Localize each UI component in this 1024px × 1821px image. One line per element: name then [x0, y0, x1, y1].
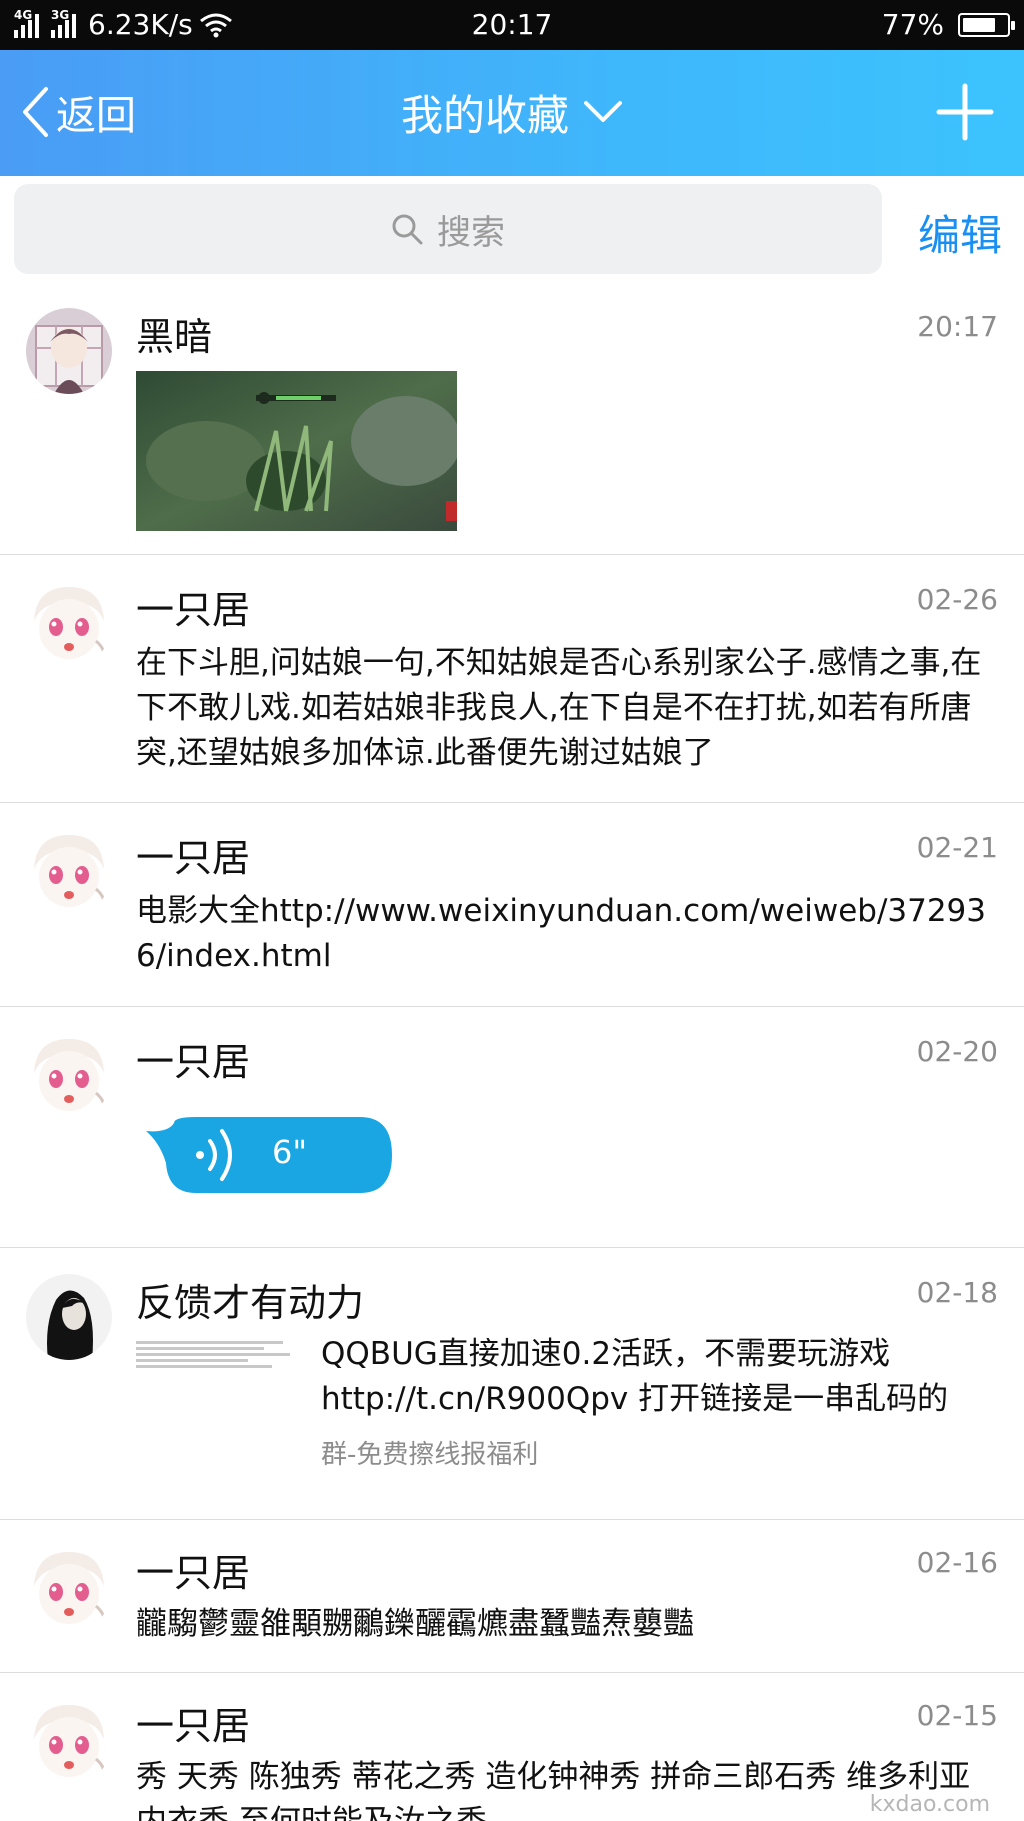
- search-icon: [392, 214, 423, 245]
- search-placeholder: 搜索: [437, 212, 505, 253]
- page-title[interactable]: 我的收藏: [401, 82, 569, 143]
- nav-header: 返回 我的收藏: [0, 50, 1024, 176]
- sender-name: 一只居: [136, 1551, 251, 1595]
- avatar: [26, 1274, 112, 1360]
- sender-name: 一只居: [136, 588, 251, 632]
- battery-level: [963, 17, 996, 32]
- chevron-left-icon: [23, 87, 48, 137]
- search-row: 搜索 编辑: [0, 176, 1024, 283]
- battery-percent: 77%: [881, 8, 944, 41]
- item-source: 群-免费擦线报福利: [321, 1440, 539, 1470]
- battery-icon: [958, 12, 1015, 37]
- sender-name: 一只居: [136, 1704, 251, 1748]
- add-icon[interactable]: [936, 83, 994, 141]
- chevron-down-icon[interactable]: [583, 99, 623, 125]
- sender-name: 反馈才有动力: [136, 1281, 365, 1325]
- edit-button[interactable]: 编辑: [918, 202, 1002, 263]
- favorite-item[interactable]: 一只居 02-21 电影大全http://www.weixinyunduan.c…: [0, 803, 1024, 1007]
- item-date: 02-15: [916, 1699, 998, 1732]
- back-label: 返回: [56, 93, 136, 139]
- item-date: 02-20: [916, 1035, 998, 1068]
- clock: 20:17: [471, 8, 553, 41]
- favorite-item[interactable]: 一只居 02-26 在下斗胆,问姑娘一句,不知姑娘是否心系别家公子.感情之事,在…: [0, 555, 1024, 803]
- item-text: 龖騶鬱靈雒顒嬲鸍鑠釃靍爊盡蠶豔焘蘡豔: [136, 1606, 694, 1642]
- status-right: 77%: [881, 8, 1015, 41]
- item-text: QQBUG直接加速0.2活跃，不需要玩游戏http://t.cn/R900Qpv…: [321, 1336, 949, 1417]
- avatar: [26, 308, 112, 394]
- item-text: 在下斗胆,问姑娘一句,不知姑娘是否心系别家公子.感情之事,在下不敢儿戏.如若姑娘…: [136, 645, 982, 771]
- item-date: 02-16: [916, 1546, 998, 1579]
- favorite-item[interactable]: 一只居 02-16 龖騶鬱靈雒顒嬲鸍鑠釃靍爊盡蠶豔焘蘡豔: [0, 1520, 1024, 1673]
- avatar: [26, 581, 112, 667]
- voice-message-bubble[interactable]: [146, 1113, 396, 1197]
- sender-name: 一只居: [136, 1040, 251, 1084]
- status-bar: 4G 3G 6.23K/s 20:17 77%: [0, 0, 1024, 50]
- favorite-item[interactable]: 黑暗 20:17: [0, 282, 1024, 555]
- item-date: 20:17: [917, 310, 998, 343]
- item-date: 02-18: [916, 1276, 998, 1309]
- voice-duration: 6": [272, 1133, 308, 1171]
- item-text: 电影大全http://www.weixinyunduan.com/weiweb/…: [136, 893, 987, 974]
- search-input[interactable]: 搜索: [14, 184, 882, 274]
- watermark: kxdao.com: [869, 1792, 990, 1817]
- avatar: [26, 1546, 112, 1632]
- item-date: 02-21: [916, 831, 998, 864]
- avatar: [26, 1033, 112, 1119]
- sender-name: 一只居: [136, 836, 251, 880]
- image-thumbnail[interactable]: [136, 371, 457, 531]
- item-date: 02-26: [916, 583, 998, 616]
- favorite-item[interactable]: 一只居 02-20 6": [0, 1007, 1024, 1248]
- sender-name: 黑暗: [136, 315, 213, 359]
- favorite-item[interactable]: 反馈才有动力 02-18 QQBUG直接加速0.2活跃，不需要玩游戏http:/…: [0, 1248, 1024, 1520]
- avatar: [26, 829, 112, 915]
- page-title-dropdown: 我的收藏: [0, 80, 1024, 144]
- back-button[interactable]: 返回: [20, 80, 136, 144]
- code-snippet-thumbnail: [136, 1338, 296, 1378]
- avatar: [26, 1699, 112, 1785]
